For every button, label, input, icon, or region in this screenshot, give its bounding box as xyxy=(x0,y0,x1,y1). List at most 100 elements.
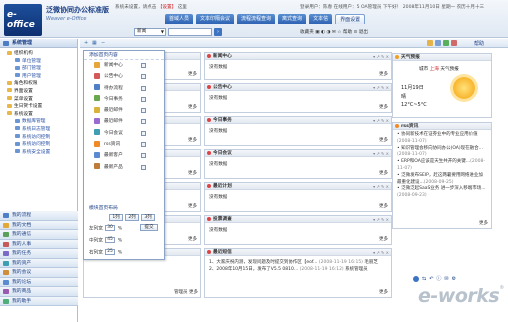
list-item[interactable]: 2、2008年10月15日，发布了V5.5 0810... (2008-11-1… xyxy=(209,267,387,274)
add-icon[interactable]: + xyxy=(84,40,88,46)
more-link[interactable]: 更多 xyxy=(379,170,388,176)
panel-item[interactable]: 公告中心 xyxy=(84,71,164,82)
globe-icon[interactable] xyxy=(413,275,419,282)
panel-item[interactable]: 最近邮件 xyxy=(84,105,164,116)
more-link[interactable]: 更多 xyxy=(379,104,388,110)
more-link[interactable]: 更多 xyxy=(188,170,197,176)
tab-1[interactable]: 文本印隔会议 xyxy=(196,14,235,24)
add-checkbox[interactable] xyxy=(141,130,146,136)
back-icon[interactable]: ↶ xyxy=(429,276,433,282)
panel-item[interactable]: 最新产品 xyxy=(84,162,164,173)
info-icon[interactable]: ⓘ xyxy=(436,275,441,282)
home-icon[interactable] xyxy=(427,40,433,46)
more-link[interactable]: 更多 xyxy=(188,104,197,110)
search-input[interactable] xyxy=(168,28,212,36)
mail-icon[interactable]: ✉ xyxy=(444,276,448,282)
sidebar-item-assets[interactable]: 我的资产 xyxy=(0,258,78,268)
sidebar-item-products[interactable]: 我的商品 xyxy=(0,287,78,297)
add-checkbox[interactable] xyxy=(141,108,146,114)
portlet-controls[interactable]: ▾ ↗ ✎ × xyxy=(373,249,389,256)
panel-item[interactable]: 待办流程 xyxy=(84,83,164,94)
sidebar-header[interactable]: 系统管理 xyxy=(0,39,77,48)
sidebar-item-documents[interactable]: 我的文档 xyxy=(0,220,78,230)
settings-link[interactable]: 【设置】 xyxy=(158,5,176,10)
add-checkbox[interactable] xyxy=(141,85,146,91)
city-value[interactable]: 上海 xyxy=(430,67,439,72)
layout-icon[interactable] xyxy=(443,40,449,46)
grid-icon[interactable]: ▦ xyxy=(92,40,97,46)
add-checkbox[interactable] xyxy=(141,63,146,68)
more-link[interactable]: 更多 xyxy=(379,71,388,77)
portlet-controls[interactable]: ▾ ↗ ✎ × xyxy=(373,117,389,124)
add-checkbox[interactable] xyxy=(141,142,146,148)
layout-1col-button[interactable]: 1列 xyxy=(109,214,123,221)
list-item[interactable]: • ERP和OA应该是天生共开的关键...(2008-11-07) xyxy=(397,159,487,173)
search-type-select[interactable]: 新闻 ▼ xyxy=(134,28,166,36)
add-checkbox[interactable] xyxy=(141,164,146,170)
tree-item[interactable]: 系统设置 xyxy=(3,111,77,119)
add-checkbox[interactable] xyxy=(141,153,146,159)
portlet-controls[interactable]: ▾ ↗ ✎ × xyxy=(373,183,389,190)
settings-icon[interactable]: ⚙ xyxy=(452,276,456,282)
sidebar-item-meetings[interactable]: 我的会议 xyxy=(0,268,78,278)
header-quick-links[interactable]: 收藏夹 ▣ ◐ ◑ ✉ ☆ 帮助 ⊙ 退出 xyxy=(300,29,368,35)
tree-item[interactable]: 菜单设置 xyxy=(3,96,77,104)
tree-item[interactable]: 用户管理 xyxy=(3,73,77,81)
refresh-icon[interactable] xyxy=(435,40,441,46)
list-item[interactable]: • 协同新技术在证券业中的专业应用价值(2008-11-07) xyxy=(397,132,487,146)
portlet-controls[interactable]: ▾ ↗ ✎ × xyxy=(373,53,389,60)
panel-item[interactable]: 今日事务 xyxy=(84,94,164,105)
list-item[interactable]: • 知识管理会移向协同办公(OA)现在融合...(2008-11-07) xyxy=(397,146,487,160)
tree-item[interactable]: 生日贺卡设置 xyxy=(3,103,77,111)
more-link[interactable]: 更多 xyxy=(188,137,197,143)
tree-item[interactable]: 系统访问控制 xyxy=(3,134,77,142)
sidebar-item-hr[interactable]: 我的人事 xyxy=(0,239,78,249)
mid-width-input[interactable]: 45 xyxy=(105,237,116,243)
tree-item[interactable]: 系统日志管理 xyxy=(3,126,77,134)
portlet-controls[interactable]: ▾ ↗ ✎ × xyxy=(373,216,389,223)
tree-item[interactable]: 角色和权限 xyxy=(3,80,77,88)
search-button[interactable]: › xyxy=(214,28,222,36)
help-link[interactable]: 帮助 xyxy=(474,40,484,47)
more-link[interactable]: 更多 xyxy=(379,203,388,209)
list-item[interactable]: • 泛微发布SEIP，赶这两暑要用网络进业加最重化建设...(2008-09-2… xyxy=(397,173,487,187)
panel-item[interactable]: rss资讯 xyxy=(84,139,164,150)
add-checkbox[interactable] xyxy=(141,119,146,125)
tree-item[interactable]: 组织机构 xyxy=(3,50,77,58)
panel-item[interactable]: 最近邮件 xyxy=(84,116,164,127)
layout-3col-button[interactable]: 3列 xyxy=(141,214,155,221)
tab-0[interactable]: 首域人员 xyxy=(165,14,194,24)
tree-item[interactable]: 部门管理 xyxy=(3,65,77,73)
list-item[interactable]: • 泛微泛起SaaS业务 进一步深入移端市场...(2008-09-23) xyxy=(397,186,487,200)
tree-item[interactable]: 数据库管理 xyxy=(3,118,77,126)
arrow-icon[interactable]: ⇆ xyxy=(422,276,426,282)
layout-2col-button[interactable]: 2列 xyxy=(125,214,139,221)
sidebar-item-workflow[interactable]: 我的流程 xyxy=(0,211,78,221)
more-link[interactable]: 更多 xyxy=(188,203,197,209)
tree-item[interactable]: 系统访问控制 xyxy=(3,141,77,149)
add-checkbox[interactable] xyxy=(141,74,146,80)
more-link[interactable]: 管理员 更多 xyxy=(174,289,198,295)
tab-2[interactable]: 流程流程查询 xyxy=(237,14,276,24)
panel-item[interactable]: 新闻中心 xyxy=(84,60,164,71)
panel-item[interactable]: 最新客户 xyxy=(84,150,164,161)
submit-button[interactable]: 提交 xyxy=(140,224,158,231)
sidebar-item-tasks[interactable]: 我的任务 xyxy=(0,249,78,259)
more-link[interactable]: 更多 xyxy=(479,220,488,226)
right-width-input[interactable]: 25 xyxy=(105,249,116,255)
more-link[interactable]: 更多 xyxy=(379,137,388,143)
tree-item[interactable]: 界面设置 xyxy=(3,88,77,96)
tab-3[interactable]: 离式查询 xyxy=(278,14,307,24)
portlet-controls[interactable]: ▾ ↗ ✎ × xyxy=(373,84,389,91)
tab-4[interactable]: 文本信 xyxy=(309,14,333,24)
portlet-controls[interactable]: ▾ ↗ ✎ × xyxy=(373,150,389,157)
more-link[interactable]: 更多 xyxy=(188,71,197,77)
more-link[interactable]: 更多 xyxy=(379,236,388,242)
left-width-input[interactable]: 30 xyxy=(105,225,116,231)
more-link[interactable]: 更多 xyxy=(379,289,388,295)
sidebar-item-forum[interactable]: 我的论坛 xyxy=(0,277,78,287)
settings-icon[interactable] xyxy=(451,40,457,46)
add-checkbox[interactable] xyxy=(141,96,146,102)
tree-item[interactable]: 系统安全设置 xyxy=(3,149,77,157)
panel-item[interactable]: 今日会议 xyxy=(84,128,164,139)
